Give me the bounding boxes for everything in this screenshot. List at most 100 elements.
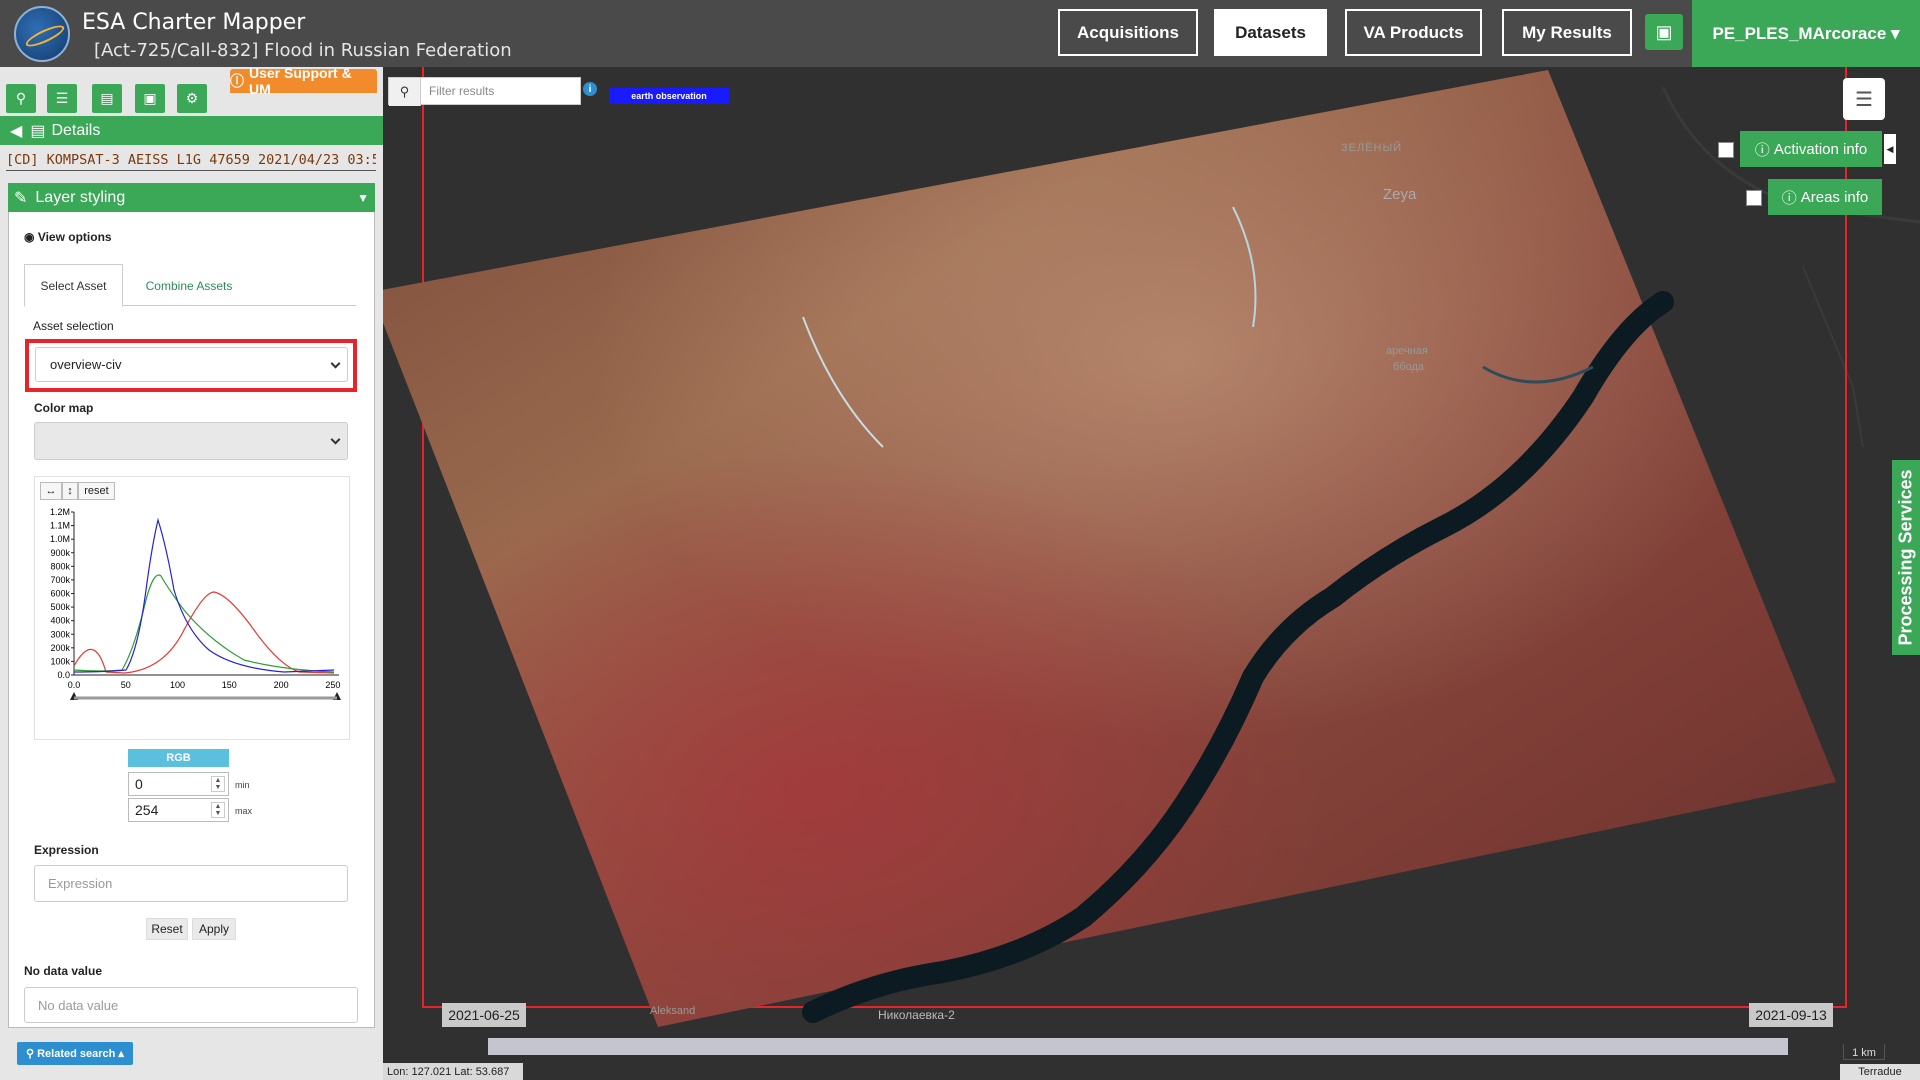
date-end[interactable]: 2021-09-13: [1749, 1003, 1833, 1027]
date-start[interactable]: 2021-06-25: [442, 1003, 526, 1027]
attribution: Terradue: [1840, 1064, 1920, 1080]
nav-datasets[interactable]: Datasets: [1214, 9, 1327, 56]
histogram-plot: 1.2M 1.1M 1.0M 900k 800k 700k 600k 500k 400k 300k…: [50, 507, 341, 700]
asset-selection-label: Asset selection: [33, 319, 114, 333]
rgb-label: RGB: [128, 749, 229, 767]
y-tick-label: 800k: [50, 561, 70, 571]
eye-icon: ◉: [24, 230, 38, 244]
dataset-name: [CD] KOMPSAT-3 AEISS L1G 47659 2021/04/2…: [6, 152, 376, 171]
color-map-label: Color map: [34, 401, 94, 415]
activation-info-checkbox[interactable]: [1718, 142, 1734, 158]
y-tick-label: 500k: [50, 602, 70, 612]
activation-title: [Act-725/Call-832] Flood in Russian Fede…: [94, 40, 512, 61]
map-canvas: [383, 67, 1920, 1027]
info-icon[interactable]: i: [583, 82, 597, 96]
map-label-aleksand: Aleksand: [650, 1005, 696, 1017]
expression-input[interactable]: Expression: [34, 865, 348, 902]
y-tick-label: 1.1M: [50, 521, 70, 531]
filter-search-box[interactable]: ⚲ Filter results: [388, 77, 581, 106]
scale-bar: 1 km: [1843, 1044, 1885, 1060]
min-input[interactable]: 0 ▲ ▼: [128, 772, 229, 796]
app-title: ESA Charter Mapper: [82, 10, 306, 35]
y-tick-label: 600k: [50, 589, 70, 599]
timeline-slider[interactable]: [488, 1038, 1788, 1055]
y-tick-label: 1.0M: [50, 534, 70, 544]
user-support-tab[interactable]: ⓘ User Support & UM: [230, 65, 377, 97]
document-icon: ▤: [30, 122, 46, 140]
color-map-dropdown[interactable]: [34, 422, 348, 460]
map-label-zeya: Zeya: [1383, 186, 1417, 203]
tab-combine-assets[interactable]: Combine Assets: [134, 264, 244, 307]
y-tick-label: 100k: [50, 656, 70, 666]
map-view[interactable]: ЗЕЛЁНЫЙ Zeya аречная ббода Aleksand Нико…: [383, 67, 1920, 1080]
details-bar[interactable]: ◀ ▤ Details: [0, 116, 383, 145]
asset-selection-dropdown[interactable]: overview-civ: [35, 347, 348, 382]
view-options-label: ◉ View options: [24, 230, 112, 244]
y-tick-label: 900k: [50, 548, 70, 558]
briefcase-icon[interactable]: ▣: [1645, 14, 1683, 50]
user-menu[interactable]: PE_PLES_MArcorace ▾: [1692, 0, 1920, 67]
layer-styling-label: Layer styling: [35, 188, 126, 206]
stepper-icon[interactable]: ▲ ▼: [211, 776, 225, 792]
support-label: User Support & UM: [249, 65, 352, 97]
chevron-left-icon[interactable]: ◀: [1884, 134, 1896, 164]
brush-icon: ✎: [14, 189, 28, 207]
earth-observation-tag: earth observation: [609, 88, 729, 104]
y-tick-label: 0.0: [57, 670, 70, 680]
x-tick-label: 100: [170, 680, 185, 690]
activation-info-button[interactable]: ⓘ Activation info: [1740, 131, 1882, 167]
nav-va-products[interactable]: VA Products: [1345, 9, 1482, 56]
y-tick-label: 300k: [50, 629, 70, 639]
settings-icon[interactable]: ⚙: [177, 84, 207, 113]
reset-button[interactable]: Reset: [146, 918, 188, 940]
info-icon: ⓘ: [1781, 189, 1797, 207]
coordinates-readout: Lon: 127.021 Lat: 53.687: [383, 1063, 523, 1080]
nav-acquisitions[interactable]: Acquisitions: [1058, 9, 1198, 56]
y-tick-label: 700k: [50, 575, 70, 585]
related-search-button[interactable]: ⚲ Related search ▴: [17, 1042, 133, 1065]
map-label-zeleny: ЗЕЛЁНЫЙ: [1341, 142, 1403, 154]
max-input[interactable]: 254 ▲ ▼: [128, 798, 229, 822]
max-label: max: [235, 806, 253, 816]
apply-button[interactable]: Apply: [192, 918, 236, 940]
histogram-blue-band: [73, 517, 335, 673]
search-icon[interactable]: ⚲: [389, 78, 421, 106]
zoom-horizontal-button[interactable]: ↔: [40, 482, 62, 500]
app-header: ESA Charter Mapper [Act-725/Call-832] Fl…: [0, 0, 1920, 67]
basket-icon[interactable]: ▤: [92, 84, 122, 113]
min-label: min: [235, 780, 250, 790]
y-tick-label: 400k: [50, 616, 70, 626]
map-label-nikolaevka: Николаевка-2: [878, 1008, 955, 1022]
no-data-input[interactable]: No data value: [24, 987, 358, 1023]
chevron-down-icon: [330, 358, 341, 369]
search-icon: ⚲: [26, 1048, 35, 1060]
filter-input[interactable]: Filter results: [429, 84, 494, 98]
zoom-vertical-button[interactable]: ↕: [62, 482, 78, 500]
map-label-1: аречная: [1386, 345, 1428, 357]
stepper-icon[interactable]: ▲ ▼: [211, 802, 225, 818]
archive-icon[interactable]: ▣: [135, 84, 165, 113]
areas-info-button[interactable]: ⓘ Areas info: [1768, 179, 1882, 215]
chevron-down-icon: ▼: [357, 190, 369, 205]
list-icon[interactable]: ☰: [47, 84, 77, 113]
asset-selection-value: overview-civ: [50, 357, 122, 372]
nav-my-results[interactable]: My Results: [1502, 9, 1632, 56]
chevron-left-icon: ◀: [10, 122, 23, 140]
layers-icon[interactable]: ☰: [1843, 78, 1885, 120]
expression-label: Expression: [34, 843, 99, 857]
info-icon: ⓘ: [230, 73, 244, 89]
histogram-reset-button[interactable]: reset: [78, 482, 115, 500]
chevron-down-icon: [330, 434, 341, 445]
esa-charter-logo: [14, 6, 70, 62]
no-data-label: No data value: [24, 964, 103, 978]
x-tick-label: 250: [325, 680, 340, 690]
y-tick-label: 1.2M: [50, 507, 70, 517]
search-icon[interactable]: ⚲: [6, 84, 36, 113]
layer-styling-header[interactable]: ✎ Layer styling ▼: [8, 183, 375, 212]
processing-services-tab[interactable]: Processing Services: [1892, 460, 1920, 655]
areas-info-checkbox[interactable]: [1746, 190, 1762, 206]
x-tick-label: 0.0: [68, 680, 81, 690]
histogram-green-band: [73, 574, 335, 673]
x-tick-label: 150: [222, 680, 237, 690]
tab-select-asset[interactable]: Select Asset: [24, 264, 123, 307]
